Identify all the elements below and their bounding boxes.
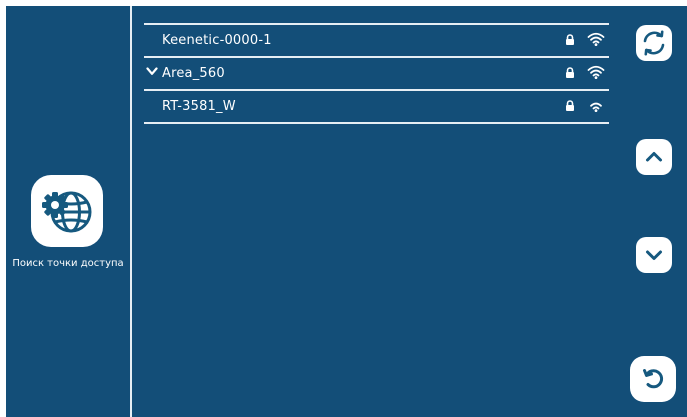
lock-icon (566, 100, 574, 111)
wifi-search-screen: Поиск точки доступа Keenetic-0000-1 Area… (6, 6, 687, 417)
checkmark-chevron-icon (146, 67, 158, 75)
left-panel: Поиск точки доступа (6, 6, 130, 417)
mode-label: Поиск точки доступа (12, 258, 124, 269)
network-ssid: Keenetic-0000-1 (162, 33, 272, 48)
wifi-network-list: Keenetic-0000-1 Area_560 RT-3581_W (144, 23, 609, 124)
refresh-icon (643, 30, 665, 56)
scroll-up-button[interactable] (636, 139, 672, 175)
back-arrow-icon (643, 369, 664, 389)
wifi-network-row[interactable]: Keenetic-0000-1 (144, 25, 609, 56)
wifi-signal-icon (587, 65, 605, 79)
list-divider (144, 122, 609, 124)
network-ssid: Area_560 (162, 66, 225, 81)
vertical-divider (130, 6, 132, 417)
lock-icon (566, 67, 574, 78)
globe-gear-icon (42, 191, 92, 233)
refresh-button[interactable] (636, 25, 672, 61)
access-point-search-button[interactable] (31, 175, 103, 247)
wifi-signal-icon (590, 102, 602, 112)
chevron-up-icon (646, 152, 662, 162)
network-ssid: RT-3581_W (162, 99, 236, 114)
scroll-down-button[interactable] (636, 237, 672, 273)
back-button[interactable] (630, 356, 676, 402)
wifi-network-row[interactable]: RT-3581_W (144, 91, 609, 122)
chevron-down-icon (646, 250, 662, 260)
lock-icon (566, 34, 574, 45)
wifi-network-row[interactable]: Area_560 (144, 58, 609, 89)
wifi-signal-icon (587, 32, 605, 46)
